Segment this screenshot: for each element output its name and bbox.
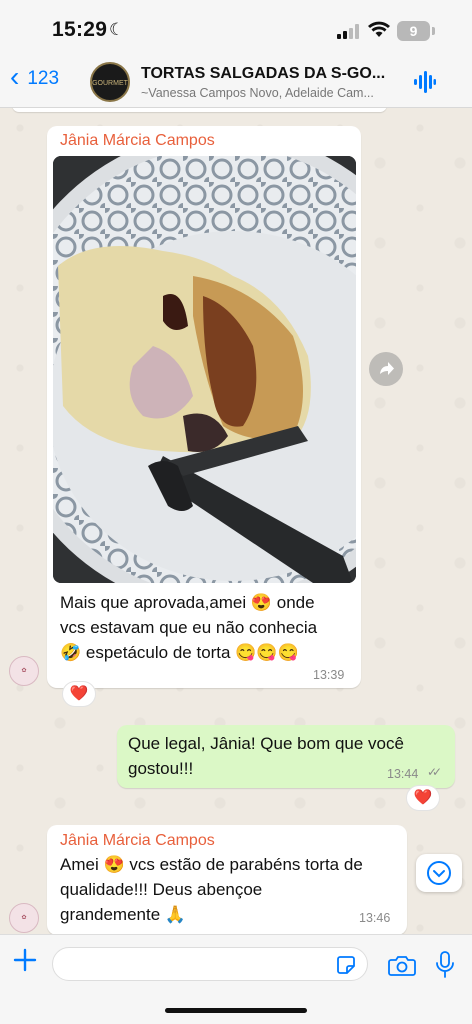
signal-icon [337, 23, 359, 39]
chat-header: ‹ 123 GOURMET TORTAS SALGADAS DA S-GO...… [0, 56, 472, 108]
chevron-left-icon: ‹ [10, 61, 20, 92]
wifi-icon [368, 21, 390, 37]
group-members[interactable]: ~Vanessa Campos Novo, Adelaide Cam... [141, 86, 406, 100]
pie-photo-image [53, 156, 356, 583]
message-time: 13:44 [387, 767, 419, 781]
group-avatar[interactable]: GOURMET [90, 62, 130, 102]
message-bubble-outgoing[interactable]: Que legal, Jânia! Que bom que você gosto… [117, 725, 455, 788]
reaction-heart[interactable]: ❤️ [406, 785, 440, 811]
message-input[interactable] [52, 947, 368, 981]
message-line: 🤣 espetáculo de torta 😋😋😋 [60, 643, 299, 662]
message-line: vcs estavam que eu não conhecia [60, 618, 318, 637]
moon-icon: ☾ [109, 20, 125, 39]
chevron-down-icon [427, 861, 451, 885]
sticker-icon[interactable] [336, 955, 356, 975]
scroll-to-bottom-button[interactable] [416, 854, 462, 892]
message-line: Amei 😍 vcs estão de parabéns torta de [60, 855, 363, 874]
battery-tip [432, 27, 435, 35]
sender-avatar[interactable]: ✿ [9, 656, 39, 686]
pie-photo[interactable] [53, 156, 356, 583]
forward-icon [380, 362, 394, 375]
message-bubble-incoming[interactable]: Jânia Márcia Campos Amei 😍 vcs estão de … [47, 825, 407, 934]
sender-avatar[interactable]: ✿ [9, 903, 39, 933]
status-bar: 15:29 ☾ 9 [0, 0, 472, 56]
plus-icon[interactable] [12, 947, 38, 973]
read-receipt-icon: ✓✓ [427, 765, 442, 779]
home-indicator [165, 1008, 307, 1013]
sender-name[interactable]: Jânia Márcia Campos [60, 832, 215, 850]
message-text: Amei 😍 vcs estão de parabéns torta de qu… [60, 852, 405, 927]
previous-message-edge [12, 108, 387, 112]
message-time: 13:39 [313, 668, 345, 682]
status-time: 15:29 [52, 18, 108, 41]
group-title[interactable]: TORTAS SALGADAS DA S-GO... [141, 65, 406, 83]
camera-icon[interactable] [388, 953, 416, 977]
message-bubble-incoming[interactable]: Jânia Márcia Campos Mais que aprovada,am… [47, 126, 361, 688]
message-line: qualidade!!! Deus abençoe [60, 880, 263, 899]
back-count: 123 [27, 67, 60, 89]
reaction-heart[interactable]: ❤️ [62, 681, 96, 707]
message-line: grandemente 🙏 [60, 905, 187, 924]
message-text: Mais que aprovada,amei 😍 onde vcs estava… [60, 590, 355, 665]
avatar-text: GOURMET [92, 80, 128, 87]
sender-name[interactable]: Jânia Márcia Campos [60, 132, 215, 150]
message-line: Que legal, Jânia! Que bom que você [128, 734, 404, 753]
microphone-icon[interactable] [435, 951, 455, 979]
chat-area[interactable]: Jânia Márcia Campos Mais que aprovada,am… [0, 108, 472, 934]
back-button[interactable]: ‹ 123 [10, 61, 60, 92]
audio-call-icon[interactable] [414, 70, 436, 94]
forward-button[interactable] [369, 352, 403, 386]
battery-icon: 9 [397, 21, 430, 41]
message-line: Mais que aprovada,amei 😍 onde [60, 593, 315, 612]
message-time: 13:46 [359, 911, 391, 925]
